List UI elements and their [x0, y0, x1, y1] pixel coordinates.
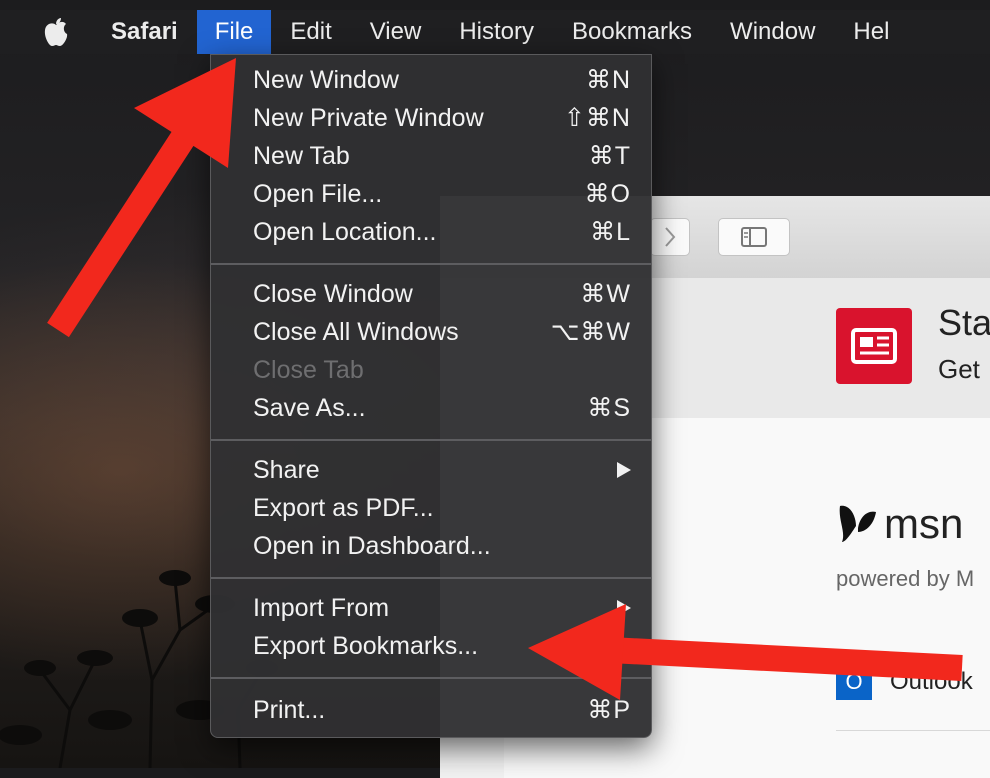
menu-separator — [211, 439, 651, 441]
menu-item-export-pdf[interactable]: Export as PDF... — [211, 489, 651, 527]
submenu-triangle-icon — [617, 456, 631, 485]
outlook-label: Outlook — [890, 668, 973, 695]
menu-item-label: Save As... — [253, 393, 366, 422]
menu-item-new-tab[interactable]: New Tab ⌘T — [211, 137, 651, 175]
sidebar-icon — [741, 227, 767, 247]
menu-item-label: Close Tab — [253, 355, 364, 384]
menu-bookmarks[interactable]: Bookmarks — [553, 10, 711, 54]
menu-item-share[interactable]: Share — [211, 451, 651, 489]
menu-item-import-from[interactable]: Import From — [211, 589, 651, 627]
chevron-right-icon — [665, 227, 676, 247]
menu-item-label: Open in Dashboard... — [253, 531, 491, 560]
menu-item-save-as[interactable]: Save As... ⌘S — [211, 389, 651, 427]
menu-item-shortcut: ⌥⌘W — [550, 318, 631, 346]
menu-item-open-location[interactable]: Open Location... ⌘L — [211, 213, 651, 251]
menu-item-label: Close All Windows — [253, 317, 459, 346]
menu-file[interactable]: File — [196, 10, 272, 54]
menu-item-shortcut: ⌘S — [587, 394, 631, 422]
menu-item-close-window[interactable]: Close Window ⌘W — [211, 275, 651, 313]
menu-separator — [211, 577, 651, 579]
menu-item-label: Open Location... — [253, 217, 437, 246]
file-menu-dropdown: New Window ⌘N New Private Window ⇧⌘N New… — [210, 54, 652, 738]
menu-item-shortcut: ⌘L — [590, 218, 631, 246]
outlook-link[interactable]: O Outlook — [836, 664, 973, 700]
apple-menu[interactable] — [34, 10, 78, 54]
menu-item-new-window[interactable]: New Window ⌘N — [211, 61, 651, 99]
butterfly-icon — [839, 505, 876, 542]
menu-item-label: New Private Window — [253, 103, 484, 132]
menu-bar: Safari File Edit View History Bookmarks … — [0, 10, 990, 54]
menu-item-shortcut: ⌘T — [588, 142, 631, 170]
menu-item-open-in-dashboard[interactable]: Open in Dashboard... — [211, 527, 651, 565]
sidebar-toggle-button[interactable] — [718, 218, 790, 256]
menu-history[interactable]: History — [440, 10, 553, 54]
menu-item-label: Import From — [253, 593, 390, 622]
menu-item-shortcut: ⌘O — [584, 180, 631, 208]
banner-subtitle: Get — [938, 354, 980, 384]
menu-item-label: Print... — [253, 695, 326, 724]
banner-title: Sta — [938, 302, 990, 343]
msn-logo[interactable]: msn — [836, 500, 963, 548]
newspaper-icon — [851, 328, 897, 364]
menu-window[interactable]: Window — [711, 10, 834, 54]
menu-item-label: New Window — [253, 65, 399, 94]
menu-item-new-private-window[interactable]: New Private Window ⇧⌘N — [211, 99, 651, 137]
menu-item-shortcut: ⌘N — [585, 66, 631, 94]
menu-separator — [211, 263, 651, 265]
menu-item-label: Open File... — [253, 179, 383, 208]
menu-item-shortcut: ⇧⌘N — [563, 104, 631, 132]
menu-item-label: Export as PDF... — [253, 493, 434, 522]
menu-item-open-file[interactable]: Open File... ⌘O — [211, 175, 651, 213]
forward-button[interactable] — [650, 218, 690, 256]
menu-help[interactable]: Hel — [834, 10, 908, 54]
msn-powered-by: powered by M — [836, 566, 975, 591]
menu-safari[interactable]: Safari — [92, 10, 197, 54]
menu-item-label: Close Window — [253, 279, 413, 308]
menu-item-label: Share — [253, 455, 320, 484]
menu-view[interactable]: View — [351, 10, 441, 54]
menu-item-export-bookmarks[interactable]: Export Bookmarks... — [211, 627, 651, 665]
outlook-icon: O — [836, 664, 872, 700]
apple-icon — [44, 18, 68, 46]
menu-item-close-tab: Close Tab — [211, 351, 651, 389]
news-tile — [836, 308, 912, 384]
menu-item-label: Export Bookmarks... — [253, 631, 479, 660]
menu-edit[interactable]: Edit — [271, 10, 350, 54]
submenu-triangle-icon — [617, 594, 631, 623]
menu-item-close-all-windows[interactable]: Close All Windows ⌥⌘W — [211, 313, 651, 351]
menu-item-shortcut: ⌘W — [580, 280, 631, 308]
menu-item-label: New Tab — [253, 141, 350, 170]
msn-brand: msn — [884, 500, 964, 547]
menu-item-print[interactable]: Print... ⌘P — [211, 691, 651, 729]
content-divider — [836, 730, 990, 731]
menu-separator — [211, 677, 651, 679]
menu-item-shortcut: ⌘P — [587, 696, 631, 724]
